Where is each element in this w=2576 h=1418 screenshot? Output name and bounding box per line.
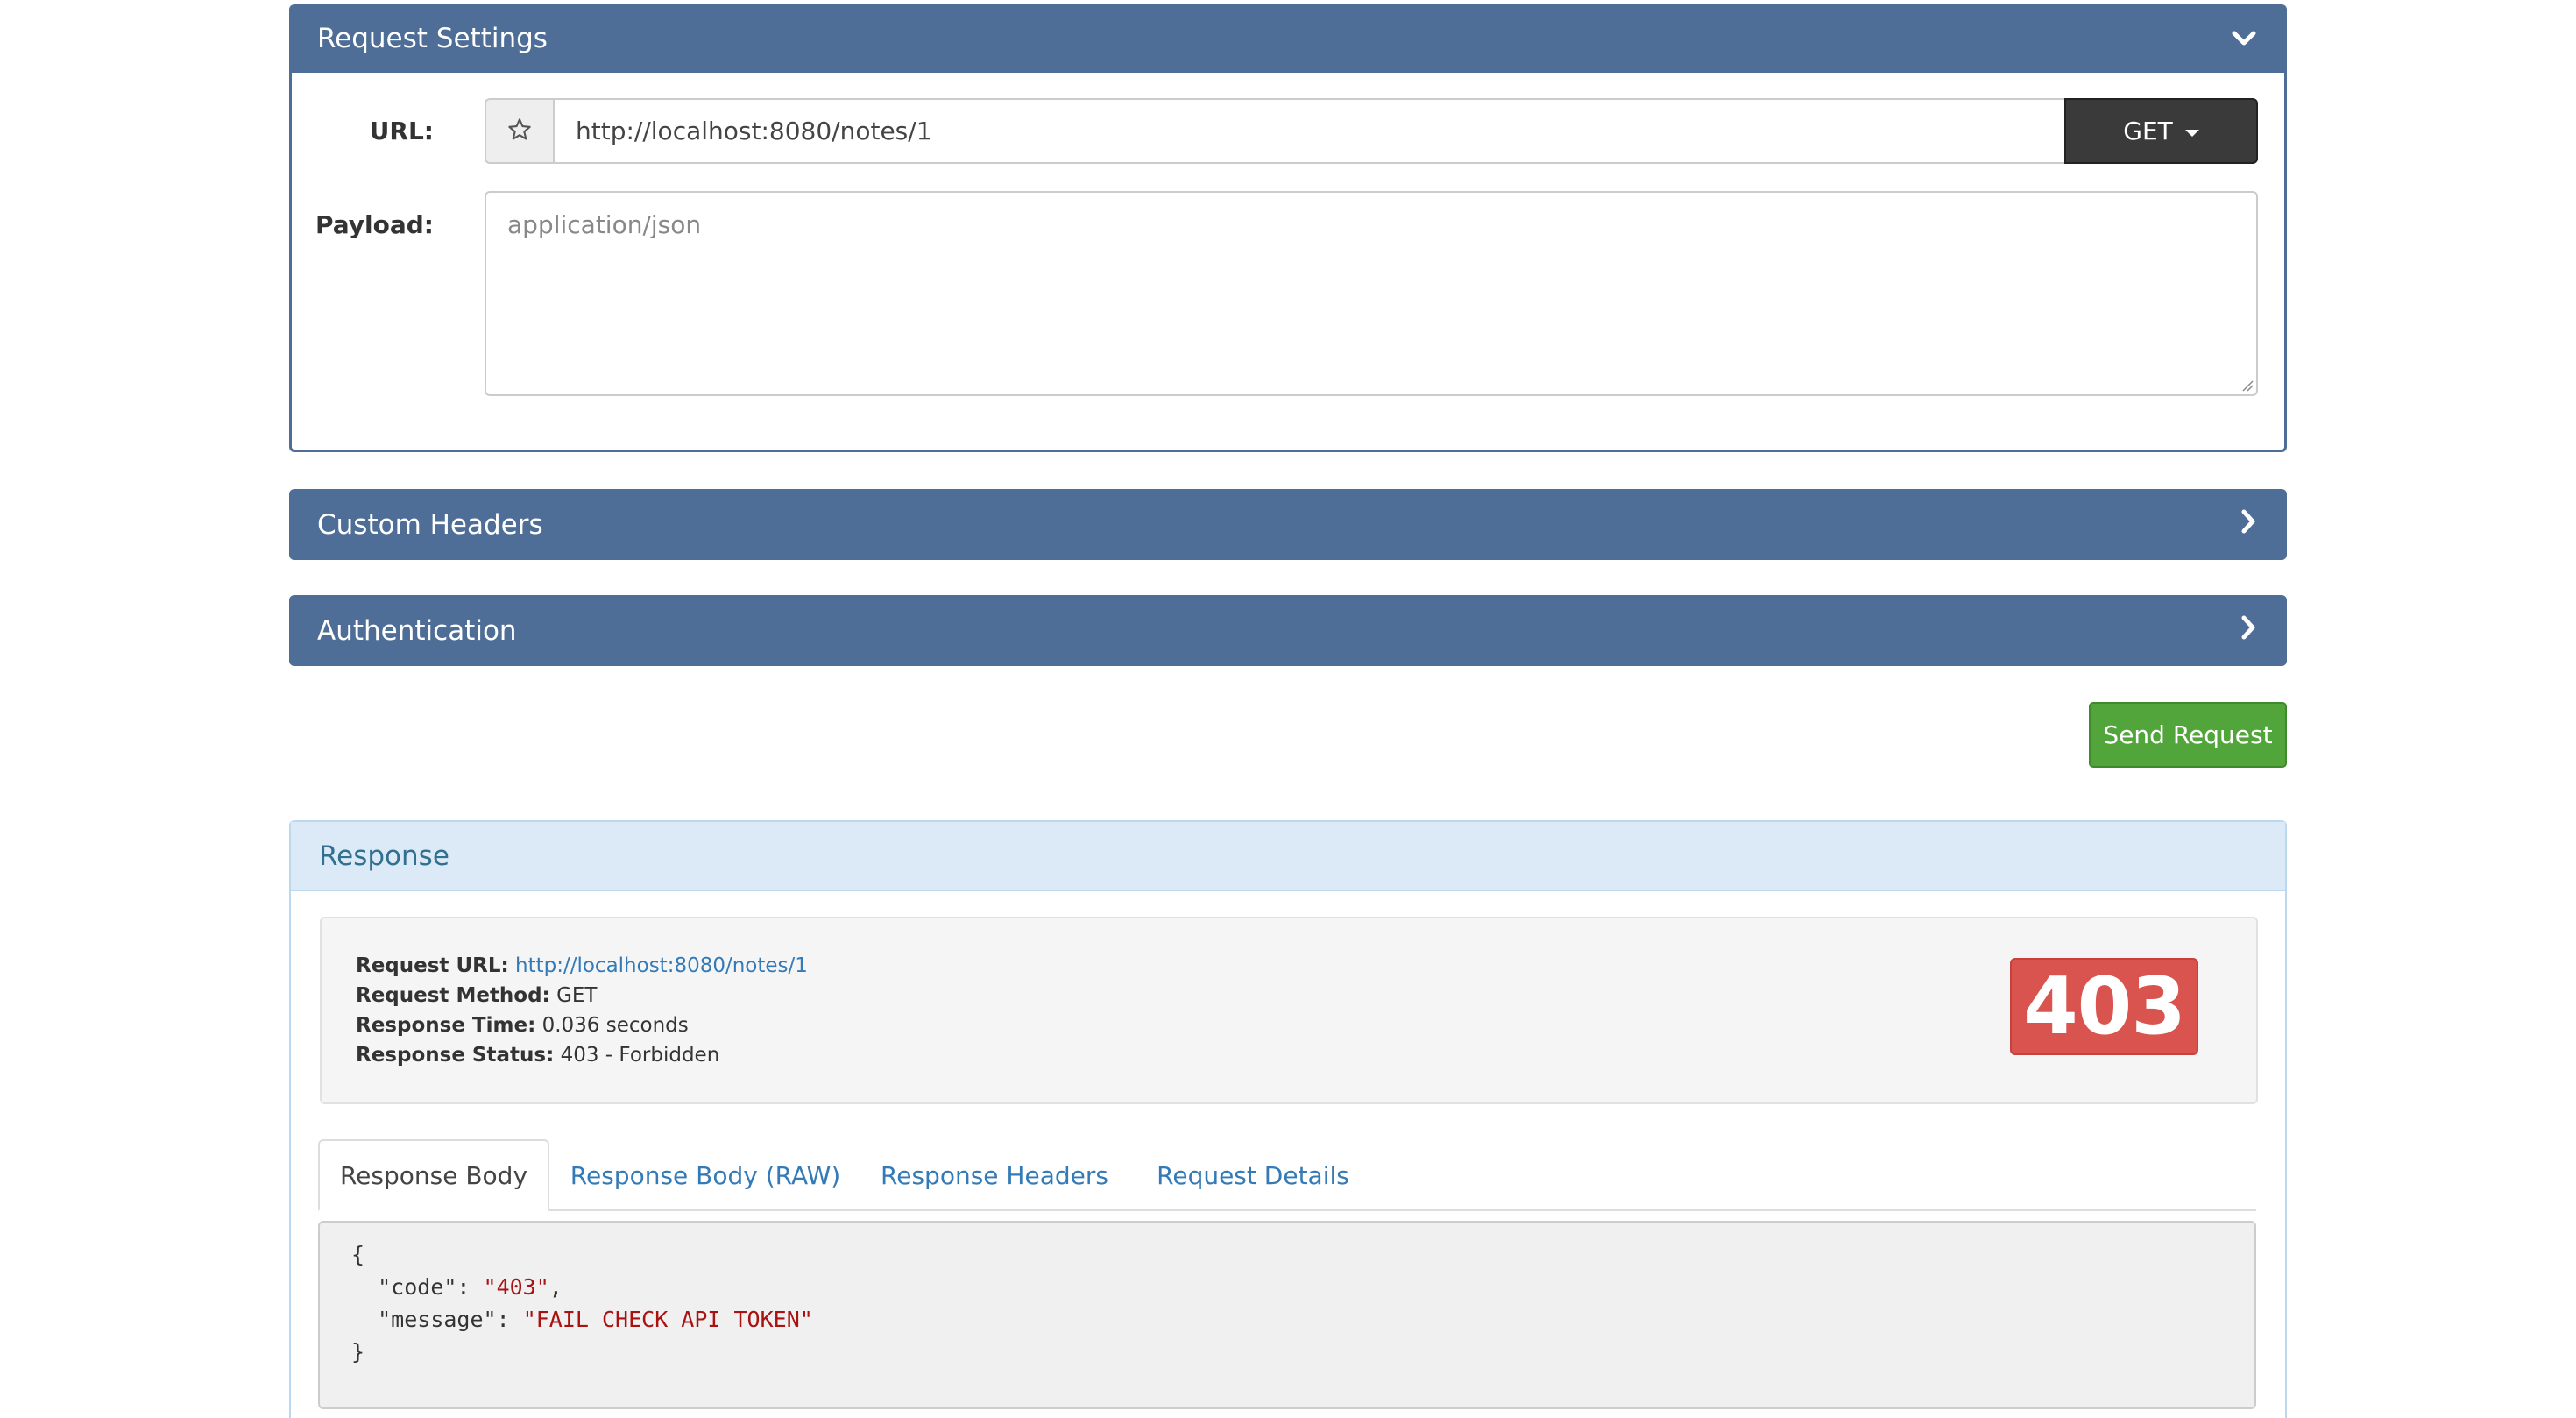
request-settings-title: Request Settings (317, 23, 548, 54)
response-status-line: Response Status: 403 - Forbidden (356, 1044, 719, 1067)
method-dropdown-button[interactable]: GET (2064, 98, 2258, 164)
request-url-label: Request URL: (356, 954, 509, 977)
code-line: "message": "FAIL CHECK API TOKEN" (378, 1307, 813, 1332)
request-settings-header[interactable]: Request Settings (289, 4, 2287, 73)
chevron-right-icon[interactable] (2240, 614, 2257, 648)
code-line: } (351, 1339, 365, 1365)
request-url-link[interactable]: http://localhost:8080/notes/1 (515, 954, 808, 977)
custom-headers-header[interactable]: Custom Headers (289, 489, 2287, 560)
json-key: "code" (378, 1274, 457, 1300)
request-method-value: GET (556, 984, 598, 1007)
request-method-line: Request Method: GET (356, 984, 597, 1007)
response-time-line: Response Time: 0.036 seconds (356, 1014, 689, 1037)
chevron-right-icon[interactable] (2240, 508, 2257, 542)
send-request-button[interactable]: Send Request (2089, 702, 2287, 768)
method-label: GET (2123, 117, 2173, 145)
caret-down-icon (2184, 129, 2199, 137)
response-body-code: { "code": "403", "message": "FAIL CHECK … (318, 1221, 2256, 1409)
code-line: { (351, 1242, 365, 1267)
star-icon (507, 117, 532, 145)
request-method-label: Request Method: (356, 984, 550, 1007)
resize-grip-icon[interactable] (2241, 379, 2254, 395)
response-header: Response (291, 822, 2285, 891)
json-value: "FAIL CHECK API TOKEN" (522, 1307, 813, 1332)
favorite-button[interactable] (485, 98, 553, 164)
url-input[interactable] (553, 98, 2066, 164)
response-time-label: Response Time: (356, 1014, 536, 1037)
code-line: "code": "403", (378, 1274, 563, 1300)
status-code-badge: 403 (2010, 958, 2198, 1055)
tab-response-body[interactable]: Response Body (318, 1139, 549, 1211)
request-url-line: Request URL: http://localhost:8080/notes… (356, 954, 808, 977)
response-summary: Request URL: http://localhost:8080/notes… (320, 917, 2258, 1104)
tab-response-headers[interactable]: Response Headers (872, 1139, 1117, 1211)
chevron-down-icon[interactable] (2231, 23, 2257, 54)
tab-response-body-raw[interactable]: Response Body (RAW) (552, 1139, 859, 1211)
response-title: Response (319, 840, 449, 872)
json-key: "message" (378, 1307, 497, 1332)
response-status-label: Response Status: (356, 1044, 555, 1067)
response-time-value: 0.036 seconds (541, 1014, 689, 1037)
payload-label: Payload: (315, 210, 434, 239)
custom-headers-title: Custom Headers (317, 508, 543, 541)
payload-textarea[interactable] (485, 191, 2258, 396)
tab-request-details[interactable]: Request Details (1143, 1139, 1362, 1211)
json-value: "403" (483, 1274, 549, 1300)
url-label: URL: (369, 117, 434, 145)
response-status-value: 403 - Forbidden (560, 1044, 720, 1067)
authentication-header[interactable]: Authentication (289, 595, 2287, 666)
authentication-title: Authentication (317, 614, 517, 647)
